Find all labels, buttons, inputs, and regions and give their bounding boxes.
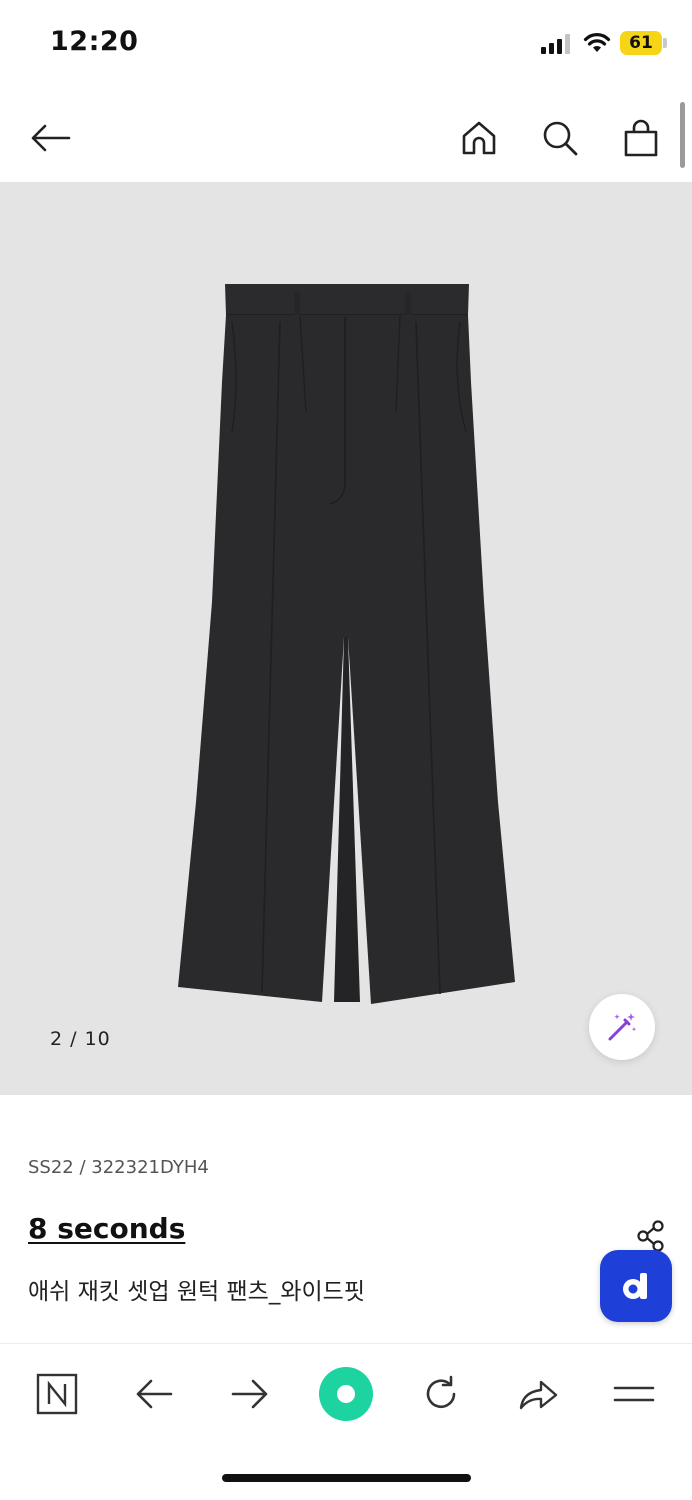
share-forward-icon (519, 1380, 558, 1410)
reload-button[interactable] (411, 1364, 471, 1424)
product-image-gallery[interactable]: 2 / 10 (0, 182, 692, 1095)
forward-arrow-icon (231, 1379, 268, 1409)
browser-forward-button[interactable] (220, 1364, 280, 1424)
browser-toolbar (0, 1343, 692, 1443)
product-name: 애쉬 재킷 셋업 원턱 팬츠_와이드핏 (28, 1279, 365, 1305)
naver-home-button[interactable] (27, 1364, 87, 1424)
d-app-button[interactable] (600, 1250, 672, 1322)
wifi-icon (583, 33, 611, 52)
scroll-indicator[interactable] (680, 102, 685, 168)
magic-wand-button[interactable] (589, 994, 655, 1060)
back-button[interactable] (28, 116, 72, 160)
search-icon (543, 121, 578, 156)
status-bar: 12:20 61 (0, 0, 692, 88)
search-button[interactable] (538, 116, 582, 160)
status-time: 12:20 (50, 26, 139, 57)
top-nav (0, 96, 692, 182)
magic-wand-icon (608, 1013, 637, 1041)
cart-button[interactable] (619, 116, 663, 160)
product-code: SS22 / 322321DYH4 (28, 1157, 209, 1178)
image-counter: 2 / 10 (50, 1028, 111, 1050)
home-icon (462, 121, 496, 155)
product-photo (178, 284, 515, 1004)
battery-cap (663, 38, 667, 48)
arrow-left-icon (31, 124, 71, 152)
battery-indicator: 61 (620, 31, 662, 55)
back-arrow-icon (136, 1379, 173, 1409)
shopping-bag-icon (624, 119, 658, 157)
green-dot-icon (319, 1367, 373, 1421)
home-button[interactable] (457, 116, 501, 160)
share-icon[interactable] (634, 1219, 668, 1253)
menu-icon (613, 1386, 655, 1402)
browser-back-button[interactable] (124, 1364, 184, 1424)
signal-icon (541, 34, 570, 54)
battery-level: 61 (629, 33, 653, 53)
naver-n-icon (36, 1373, 78, 1415)
brand-link[interactable]: 8 seconds (28, 1212, 185, 1245)
d-logo-icon (623, 1273, 647, 1299)
green-dot-button[interactable] (316, 1364, 376, 1424)
share-forward-button[interactable] (508, 1364, 568, 1424)
menu-button[interactable] (604, 1364, 664, 1424)
reload-icon (426, 1375, 456, 1409)
home-indicator[interactable] (222, 1474, 471, 1482)
